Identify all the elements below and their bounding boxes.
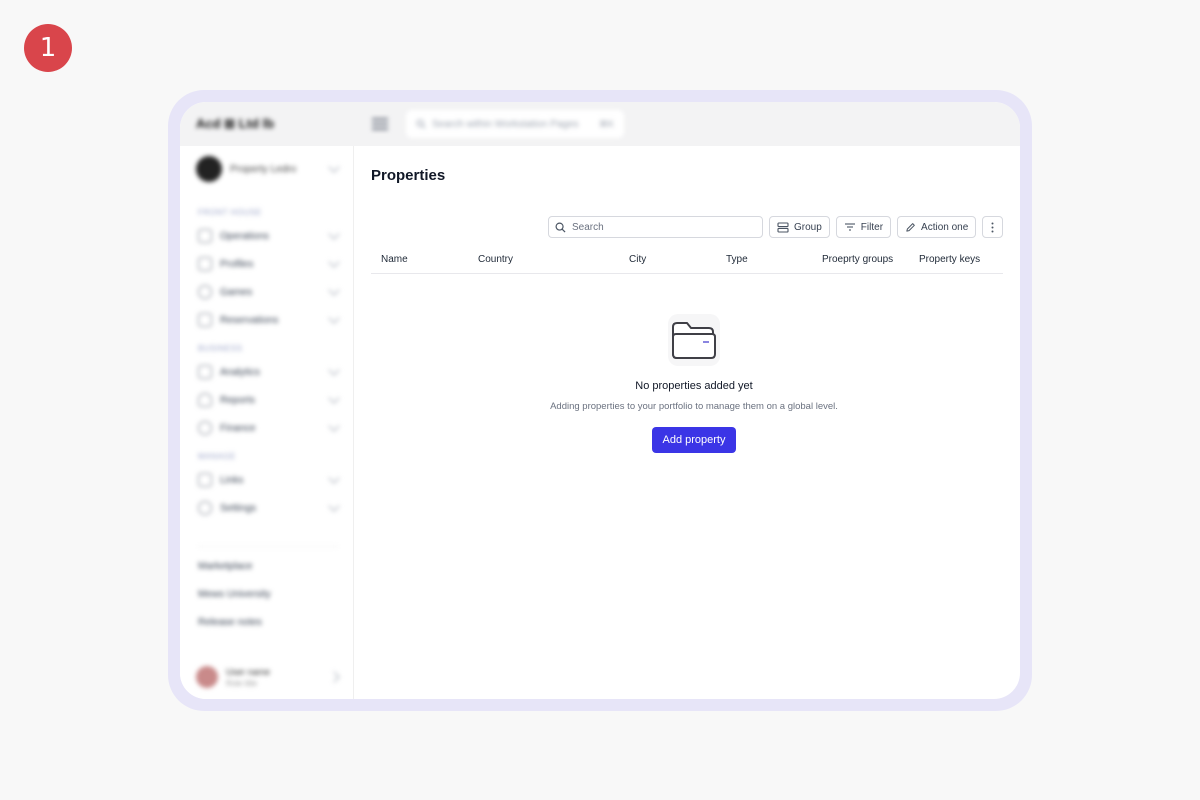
table-header: Name Country City Type Proeprty groups P… [371,252,1003,274]
empty-state-description: Adding properties to your portfolio to m… [550,401,838,412]
person-icon [198,393,212,407]
chevron-down-icon [328,228,340,240]
inbox-icon [198,229,212,243]
sidebar-item-analytics[interactable]: Analytics [198,358,340,386]
user-role: Role title [226,678,258,688]
global-search-placeholder: Search within Workstation Pages [432,118,579,130]
search-box [548,216,763,238]
workspace-avatar [196,156,222,182]
section-label: Manage [198,452,236,461]
top-bar: Acd ⊞ Ltd lb Search within Workstation P… [180,102,1020,146]
chevron-down-icon [328,420,340,432]
gear-icon [198,501,212,515]
sidebar-item-label: Links [220,474,244,486]
app-screen: Acd ⊞ Ltd lb Search within Workstation P… [180,102,1020,699]
sidebar-item-label: Reports [220,394,256,406]
link-mews-university[interactable]: Mews University [198,581,338,609]
sidebar-item-operations[interactable]: Operations [198,222,340,250]
toolbar: Group Filter Action one [548,216,1004,238]
sidebar-item-reports[interactable]: Reports [198,386,340,414]
chevron-down-icon [328,500,340,512]
avatar [196,666,218,688]
step-number-badge: 1 [24,24,72,72]
sidebar-footer-links: Marketplace Mews University Release note… [198,546,338,637]
menu-icon[interactable] [372,115,388,131]
group-icon [777,221,789,233]
group-button-label: Group [794,221,822,233]
chevron-down-icon [328,284,340,296]
sidebar-item-games[interactable]: Games [198,278,340,306]
more-vertical-icon [991,222,994,232]
sidebar-item-reservations[interactable]: Reservations [198,306,340,334]
link-marketplace[interactable]: Marketplace [198,553,338,581]
sidebar-item-label: Reservations [220,314,279,326]
calendar-icon [198,313,212,327]
workspace-switcher[interactable]: Property Ledro [196,156,340,182]
column-header-property-keys[interactable]: Property keys [909,252,1003,273]
link-release-notes[interactable]: Release notes [198,609,338,637]
column-header-city[interactable]: City [619,252,716,273]
main-content: Properties Group Filter Action one [370,146,1004,699]
nav-section-manage: Manage Links Settings [198,452,340,522]
coin-icon [198,421,212,435]
search-input[interactable] [572,221,752,233]
filter-button[interactable]: Filter [835,216,892,238]
nav-section-business: Business Analytics Reports Finance [198,344,340,442]
group-button[interactable]: Group [769,216,830,238]
column-header-type[interactable]: Type [716,252,812,273]
column-header-country[interactable]: Country [468,252,619,273]
nav-section-front-house: Front house Operations Profiles Games Re… [198,208,340,334]
sidebar-item-label: Operations [220,230,269,242]
section-label: Front house [198,208,262,217]
device-frame: Acd ⊞ Ltd lb Search within Workstation P… [168,90,1032,711]
user-profile[interactable]: User name Role title [196,662,340,692]
more-options-button[interactable] [982,216,1004,238]
search-icon [555,222,566,233]
users-icon [198,257,212,271]
page-title: Properties [371,167,446,184]
sidebar-item-settings[interactable]: Settings [198,494,340,522]
filter-button-label: Filter [860,221,884,233]
keyboard-shortcut: ⌘K [598,118,614,129]
action-one-button[interactable]: Action one [897,216,977,238]
sidebar: Property Ledro Front house Operations Pr… [180,146,354,699]
chart-icon [198,365,212,379]
empty-state: No properties added yet Adding propertie… [371,314,1017,453]
workspace-name: Property Ledro [230,163,297,175]
pencil-icon [906,222,915,232]
empty-state-title: No properties added yet [635,380,753,392]
sidebar-item-label: Profiles [220,258,254,270]
search-icon [416,119,426,129]
chevron-down-icon [328,392,340,404]
chevron-right-icon [328,671,340,683]
sidebar-item-label: Settings [220,502,257,514]
sidebar-item-profiles[interactable]: Profiles [198,250,340,278]
sidebar-item-label: Analytics [220,366,261,378]
user-name: User name [226,666,271,677]
brand-logo: Acd ⊞ Ltd lb [196,116,275,131]
chevron-down-icon [328,312,340,324]
folder-icon [668,314,720,366]
link-icon [198,473,212,487]
column-header-name[interactable]: Name [371,252,468,273]
column-header-property-groups[interactable]: Proeprty groups [812,252,909,273]
chevron-down-icon [328,256,340,268]
chevron-down-icon [328,161,340,173]
global-search[interactable]: Search within Workstation Pages ⌘K [406,110,624,138]
add-property-button[interactable]: Add property [651,427,737,453]
sidebar-item-label: Finance [220,422,256,434]
chevron-down-icon [328,364,340,376]
sidebar-item-links[interactable]: Links [198,466,340,494]
chevron-down-icon [328,472,340,484]
filter-icon [844,223,855,231]
section-label: Business [198,344,243,353]
action-one-button-label: Action one [921,221,969,233]
sidebar-item-label: Games [220,286,253,298]
circle-icon [198,285,212,299]
sidebar-item-finance[interactable]: Finance [198,414,340,442]
